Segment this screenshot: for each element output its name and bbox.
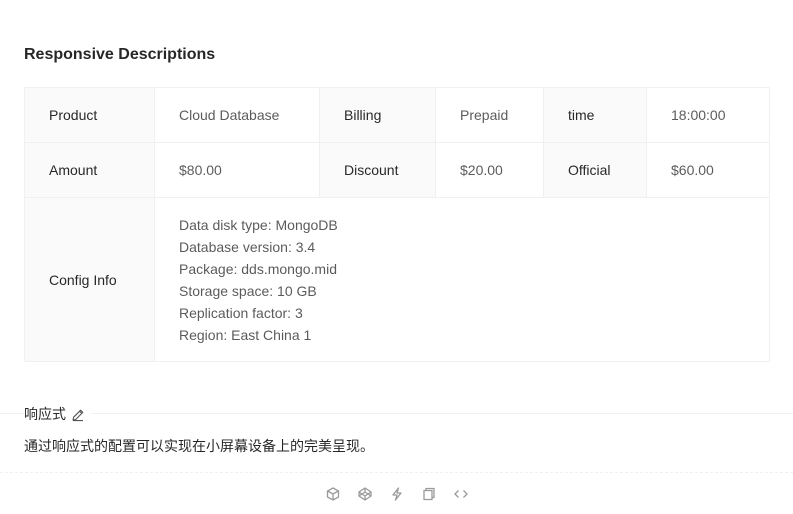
demo-description: 通过响应式的配置可以实现在小屏幕设备上的完美呈现。 bbox=[24, 438, 374, 454]
descriptions-row: Amount $80.00 Discount $20.00 Official $… bbox=[24, 142, 770, 198]
config-line: Replication factor: 3 bbox=[179, 304, 303, 321]
discount-label: Discount bbox=[319, 142, 436, 198]
config-info-label: Config Info bbox=[24, 197, 155, 362]
page-title: Responsive Descriptions bbox=[24, 46, 216, 63]
official-label: Official bbox=[543, 142, 647, 198]
time-label: time bbox=[543, 87, 647, 143]
code-actions-bar bbox=[0, 472, 793, 514]
config-line: Region: East China 1 bbox=[179, 326, 312, 343]
edit-icon[interactable] bbox=[71, 407, 85, 422]
product-label: Product bbox=[24, 87, 155, 143]
codesandbox-icon[interactable] bbox=[325, 486, 341, 502]
config-line: Storage space: 10 GB bbox=[179, 282, 317, 299]
config-info-value: Data disk type: MongoDB Database version… bbox=[154, 197, 770, 362]
discount-value: $20.00 bbox=[435, 142, 544, 198]
demo-meta-divider bbox=[0, 413, 793, 414]
config-line: Database version: 3.4 bbox=[179, 238, 316, 255]
amount-label: Amount bbox=[24, 142, 155, 198]
amount-value: $80.00 bbox=[154, 142, 320, 198]
demo-title: 响应式 bbox=[24, 404, 91, 424]
descriptions-table: Product Cloud Database Billing Prepaid t… bbox=[24, 87, 770, 362]
billing-value: Prepaid bbox=[435, 87, 544, 143]
stackblitz-icon[interactable] bbox=[389, 486, 405, 502]
descriptions-row: Config Info Data disk type: MongoDB Data… bbox=[24, 197, 770, 362]
config-line: Data disk type: MongoDB bbox=[179, 216, 338, 233]
copy-icon[interactable] bbox=[421, 486, 437, 502]
expand-code-icon[interactable] bbox=[453, 486, 469, 502]
codepen-icon[interactable] bbox=[357, 486, 373, 502]
descriptions-row: Product Cloud Database Billing Prepaid t… bbox=[24, 87, 770, 143]
config-line: Package: dds.mongo.mid bbox=[179, 260, 337, 277]
billing-label: Billing bbox=[319, 87, 436, 143]
demo-title-text: 响应式 bbox=[24, 406, 66, 422]
time-value: 18:00:00 bbox=[646, 87, 770, 143]
official-value: $60.00 bbox=[646, 142, 770, 198]
product-value: Cloud Database bbox=[154, 87, 320, 143]
